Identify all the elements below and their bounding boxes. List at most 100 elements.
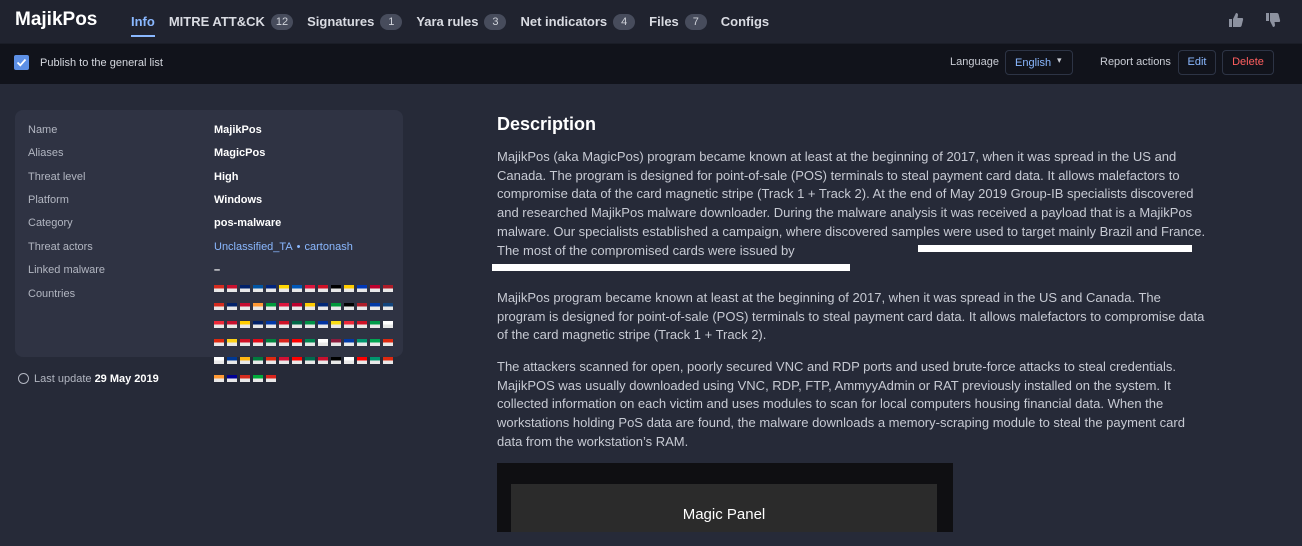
- country-flag-icon: [292, 339, 302, 346]
- country-flag-icon: [227, 285, 237, 292]
- language-value: English: [1015, 57, 1052, 69]
- country-flag-icon: [344, 321, 354, 328]
- page-title: MajikPos: [15, 9, 98, 30]
- tab-files[interactable]: Files 7: [649, 0, 707, 43]
- country-flag-icon: [279, 321, 289, 328]
- country-flag-icon: [253, 285, 263, 292]
- country-flag-icon: [370, 321, 380, 328]
- country-flag-icon: [305, 303, 315, 310]
- country-flag-icon: [331, 303, 341, 310]
- country-flag-icon: [357, 303, 367, 310]
- description-paragraph: MajikPos program became known at least a…: [497, 290, 1205, 343]
- country-flag-icon: [266, 321, 276, 328]
- tab-info[interactable]: Info: [131, 0, 155, 43]
- count-badge: 12: [270, 13, 294, 30]
- country-flag-icon: [227, 339, 237, 346]
- country-flag-icon: [318, 321, 328, 328]
- country-flag-icon: [266, 339, 276, 346]
- country-flag-icon: [214, 285, 224, 292]
- country-flag-icon: [318, 357, 328, 364]
- description-title: Description: [497, 114, 597, 134]
- country-flag-icon: [240, 375, 250, 382]
- tab-yara-rules[interactable]: Yara rules 3: [416, 0, 507, 43]
- count-badge: 4: [613, 13, 636, 30]
- field-label: Aliases: [28, 147, 64, 159]
- action-bar: Publish to the general list Language Eng…: [0, 44, 1302, 84]
- country-flag-icon: [253, 303, 263, 310]
- description-paragraph: MajikPos (aka MagicPos) program became k…: [497, 149, 1206, 258]
- country-flag-icon: [318, 303, 328, 310]
- country-flag-icon: [383, 303, 393, 310]
- count-badge: 1: [380, 13, 403, 30]
- info-panel: Name MajikPos Aliases MagicPos Threat le…: [15, 110, 403, 382]
- top-navigation-bar: MajikPos Info MITRE ATT&CK 12 Signatures 1…: [0, 0, 1302, 44]
- thumbs-up-icon[interactable]: [1227, 11, 1245, 29]
- tab-mitre-attack[interactable]: MITRE ATT&CK 12: [169, 0, 294, 43]
- country-flag-icon: [253, 375, 263, 382]
- country-flag-icon: [331, 285, 341, 292]
- country-flag-icon: [266, 303, 276, 310]
- threat-actors-value: Unclassified_TA • cartonash: [214, 241, 353, 253]
- country-flag-icon: [214, 303, 224, 310]
- country-flag-icon: [240, 285, 250, 292]
- count-badge: 3: [484, 13, 507, 30]
- platform-value: Windows: [214, 194, 263, 206]
- country-flag-icon: [357, 357, 367, 364]
- last-update-label: Last update: [34, 373, 92, 385]
- country-flag-icon: [292, 321, 302, 328]
- count-badge: 7: [684, 13, 707, 30]
- country-flag-icon: [279, 339, 289, 346]
- country-flag-icon: [214, 375, 224, 382]
- field-label: Platform: [28, 194, 69, 206]
- country-flag-icon: [305, 321, 315, 328]
- country-flag-icon: [279, 357, 289, 364]
- thumbs-down-icon[interactable]: [1264, 11, 1282, 29]
- country-flag-icon: [357, 321, 367, 328]
- country-flag-icon: [240, 357, 250, 364]
- country-flag-icon: [214, 357, 224, 364]
- threat-actor-link[interactable]: cartonash: [305, 241, 353, 253]
- country-flag-icon: [279, 303, 289, 310]
- country-flag-icon: [240, 321, 250, 328]
- tab-configs[interactable]: Configs: [721, 0, 769, 43]
- country-flag-icon: [240, 303, 250, 310]
- country-flag-icon: [266, 285, 276, 292]
- field-label: Threat actors: [28, 241, 93, 253]
- redaction-bar: [918, 245, 1192, 252]
- threat-actor-link[interactable]: Unclassified_TA: [214, 241, 293, 253]
- country-flag-icon: [344, 339, 354, 346]
- clock-icon: [18, 373, 29, 384]
- country-flag-icon: [305, 285, 315, 292]
- country-flag-icon: [227, 303, 237, 310]
- country-flag-icon: [253, 321, 263, 328]
- language-select[interactable]: English ▾: [1005, 50, 1073, 75]
- edit-button[interactable]: Edit: [1178, 50, 1216, 75]
- country-flag-icon: [305, 339, 315, 346]
- country-flag-icon: [383, 339, 393, 346]
- field-label: Countries: [28, 288, 76, 300]
- country-flag-icon: [331, 339, 341, 346]
- delete-button[interactable]: Delete: [1222, 50, 1274, 75]
- tab-net-indicators[interactable]: Net indicators 4: [520, 0, 636, 43]
- language-label: Language: [950, 56, 999, 68]
- country-flag-icon: [305, 357, 315, 364]
- threat-level-value: High: [214, 171, 239, 183]
- country-flag-icon: [227, 357, 237, 364]
- country-flag-icon: [266, 357, 276, 364]
- image-caption: Magic Panel: [511, 484, 937, 532]
- country-flag-icon: [370, 339, 380, 346]
- country-flag-icon: [370, 357, 380, 364]
- publish-checkbox[interactable]: [14, 55, 29, 70]
- report-actions-label: Report actions: [1100, 56, 1171, 68]
- last-update-value: 29 May 2019: [94, 373, 159, 385]
- name-value: MajikPos: [214, 124, 262, 136]
- country-flag-icon: [331, 357, 341, 364]
- country-flag-icon: [227, 321, 237, 328]
- field-label: Linked malware: [28, 264, 106, 276]
- field-label: Threat level: [28, 171, 86, 183]
- tab-signatures[interactable]: Signatures 1: [307, 0, 403, 43]
- field-label: Category: [28, 217, 73, 229]
- country-flag-icon: [370, 303, 380, 310]
- country-flag-icon: [370, 285, 380, 292]
- country-flag-icon: [279, 285, 289, 292]
